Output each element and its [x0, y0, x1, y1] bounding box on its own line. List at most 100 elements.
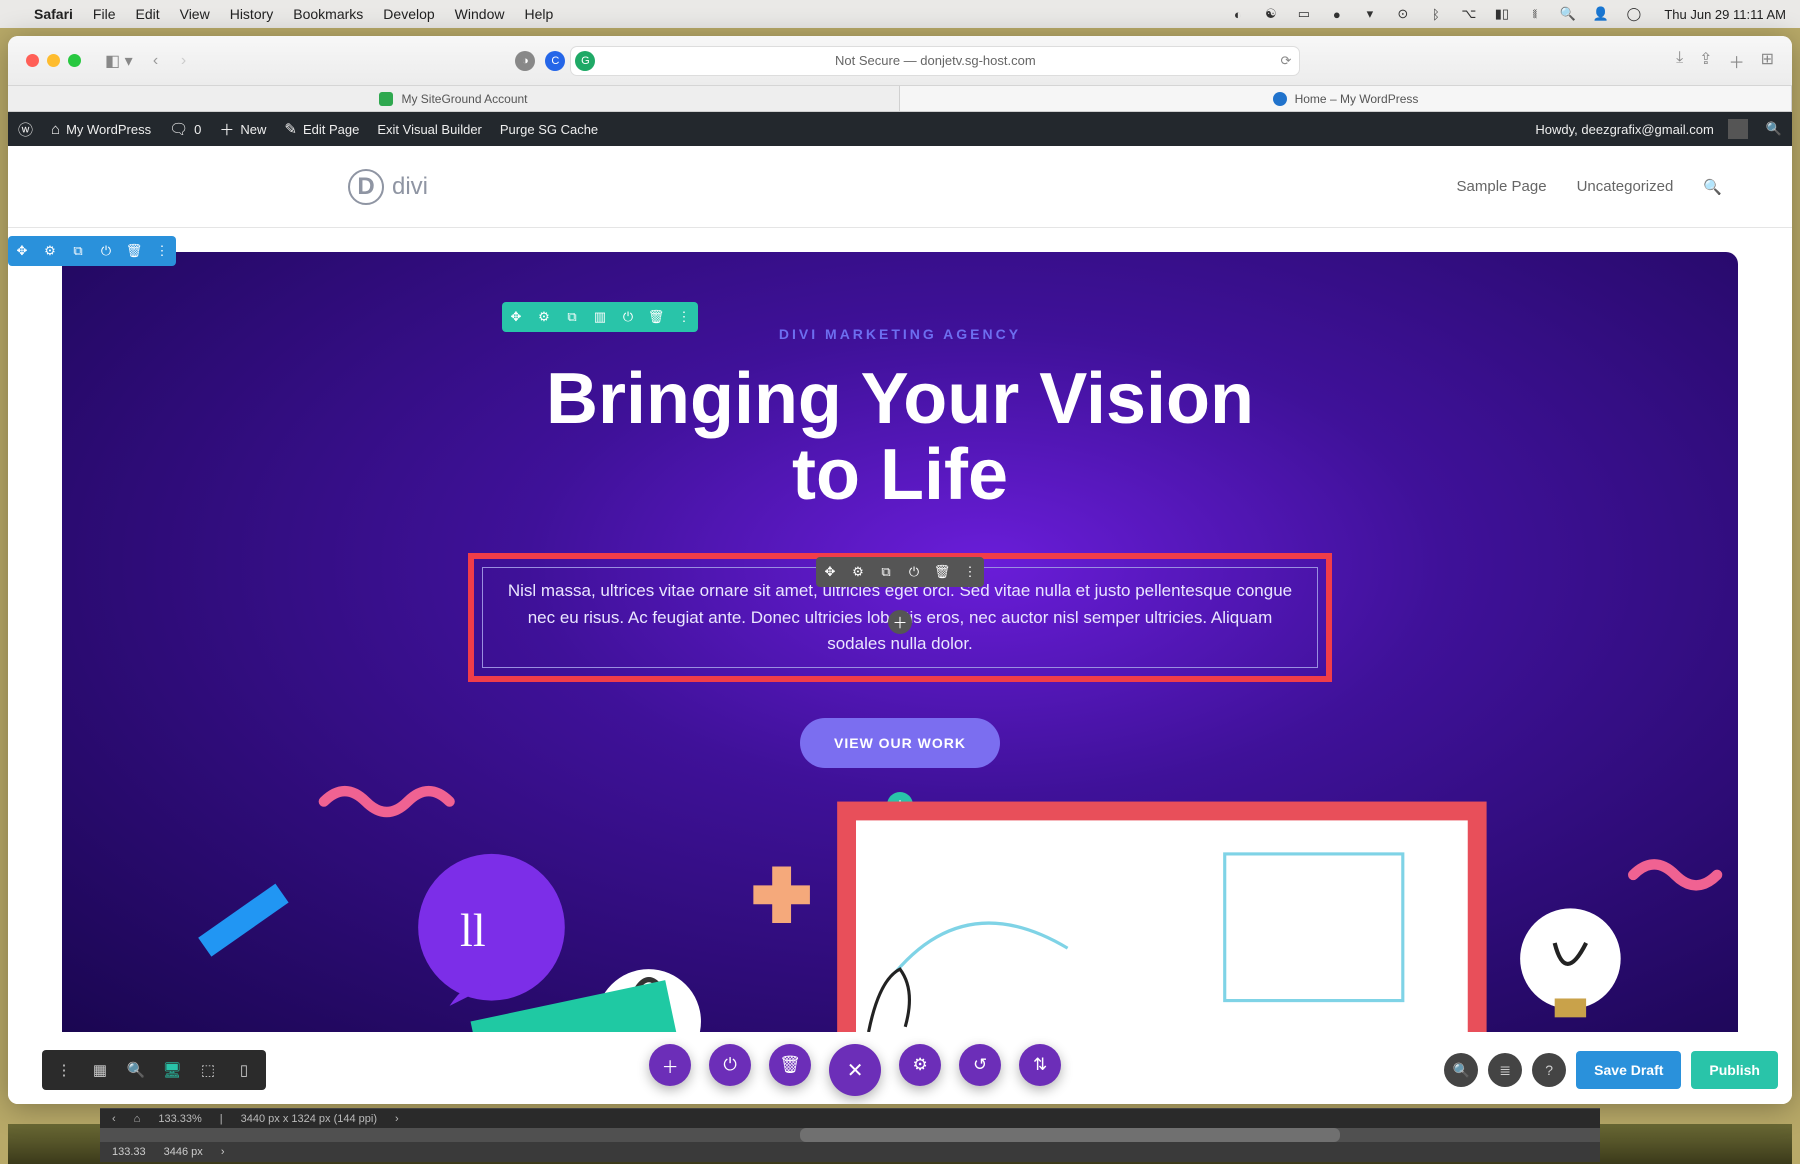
wp-edit-page[interactable]: ✎Edit Page	[284, 120, 359, 138]
reload-icon[interactable]: ⟳	[1280, 53, 1291, 69]
wp-site-link[interactable]: ⌂My WordPress	[51, 121, 151, 138]
builder-help-icon[interactable]: ?	[1532, 1053, 1566, 1087]
builder-settings-icon[interactable]: ⚙	[899, 1044, 941, 1086]
trash-icon[interactable]: 🗑	[642, 302, 670, 332]
sidebar-toggle-icon[interactable]: ◧ ▾	[105, 51, 133, 71]
phone-view-icon[interactable]: ▯	[230, 1056, 258, 1084]
builder-layers-icon[interactable]: ≣	[1488, 1053, 1522, 1087]
power-icon[interactable]: ⏻	[92, 236, 120, 266]
siri-icon[interactable]: ◯	[1625, 6, 1642, 23]
move-icon[interactable]: ✥	[502, 302, 530, 332]
nav-search-icon[interactable]: 🔍	[1703, 178, 1722, 196]
new-tab-icon[interactable]: ＋	[1729, 49, 1745, 73]
wp-howdy[interactable]: Howdy, deezgrafix@gmail.com	[1535, 119, 1747, 139]
browser-tab[interactable]: Home – My WordPress	[900, 86, 1792, 111]
wifi-icon[interactable]: ⧛	[1526, 6, 1543, 23]
menu-window[interactable]: Window	[455, 6, 505, 22]
ps-nav-arrow[interactable]: ‹	[112, 1113, 116, 1125]
builder-add-icon[interactable]: ＋	[649, 1044, 691, 1086]
add-module-button[interactable]: ＋	[888, 610, 912, 634]
duplicate-icon[interactable]: ⧉	[872, 557, 900, 587]
menu-help[interactable]: Help	[524, 6, 553, 22]
builder-power-icon[interactable]: ⏻	[709, 1044, 751, 1086]
ps-home-icon[interactable]: ⌂	[134, 1113, 141, 1125]
status-icon[interactable]: ☯	[1262, 6, 1279, 23]
nav-sample-page[interactable]: Sample Page	[1457, 178, 1547, 195]
wp-new[interactable]: ＋New	[219, 119, 266, 140]
more-icon[interactable]: ⋮	[670, 302, 698, 332]
nav-uncategorized[interactable]: Uncategorized	[1577, 178, 1674, 195]
gear-icon[interactable]: ⚙	[530, 302, 558, 332]
app-name[interactable]: Safari	[34, 6, 73, 22]
menu-develop[interactable]: Develop	[383, 6, 434, 22]
selected-text-module[interactable]: ✥ ⚙ ⧉ ⏻ 🗑 ⋮ Nisl massa, ultrices vitae o…	[460, 545, 1340, 690]
status-icon[interactable]: ●	[1328, 6, 1345, 23]
privacy-shield-icon[interactable]: ◑	[515, 51, 535, 71]
window-controls[interactable]	[26, 54, 81, 67]
menubar-datetime[interactable]: Thu Jun 29 11:11 AM	[1664, 7, 1786, 22]
duplicate-icon[interactable]: ⧉	[558, 302, 586, 332]
builder-menu-icon[interactable]: ⋮	[50, 1056, 78, 1084]
trash-icon[interactable]: 🗑	[928, 557, 956, 587]
user-icon[interactable]: 👤	[1592, 6, 1609, 23]
wp-logo[interactable]: ⓦ	[18, 119, 33, 140]
share-icon[interactable]: ⇪	[1699, 49, 1712, 73]
wp-purge-cache[interactable]: Purge SG Cache	[500, 122, 598, 137]
control-center-icon[interactable]: ⌥	[1460, 6, 1477, 23]
wp-comments[interactable]: 🗨0	[169, 120, 201, 138]
save-draft-button[interactable]: Save Draft	[1576, 1051, 1681, 1089]
back-button[interactable]: ‹	[145, 52, 167, 70]
columns-icon[interactable]: ▥	[586, 302, 614, 332]
browser-tab[interactable]: My SiteGround Account	[8, 86, 900, 111]
ps-scrollbar[interactable]	[100, 1128, 1600, 1142]
menu-bookmarks[interactable]: Bookmarks	[293, 6, 363, 22]
ps-nav-arrow[interactable]: ›	[395, 1113, 399, 1125]
wp-exit-visual-builder[interactable]: Exit Visual Builder	[377, 122, 482, 137]
zoom-icon[interactable]: 🔍	[122, 1056, 150, 1084]
play-icon[interactable]: ⊙	[1394, 6, 1411, 23]
move-icon[interactable]: ✥	[816, 557, 844, 587]
trash-icon[interactable]: 🗑	[120, 236, 148, 266]
power-icon[interactable]: ⏻	[900, 557, 928, 587]
tablet-view-icon[interactable]: ⬚	[194, 1056, 222, 1084]
spotlight-icon[interactable]: 🔍	[1559, 6, 1576, 23]
publish-button[interactable]: Publish	[1691, 1051, 1778, 1089]
builder-search-icon[interactable]: 🔍	[1444, 1053, 1478, 1087]
ps-zoom-footer[interactable]: 133.33	[112, 1146, 146, 1158]
ps-nav-arrow[interactable]: ›	[221, 1146, 225, 1158]
menu-edit[interactable]: Edit	[135, 6, 159, 22]
tab-overview-icon[interactable]: ⊞	[1761, 49, 1774, 73]
downloads-icon[interactable]: ⤓	[1676, 49, 1683, 73]
desktop-view-icon[interactable]: 🖥	[158, 1056, 186, 1084]
menu-view[interactable]: View	[180, 6, 210, 22]
move-icon[interactable]: ✥	[8, 236, 36, 266]
status-icon[interactable]: ◐	[1229, 6, 1246, 23]
extension-icon[interactable]: G	[575, 51, 595, 71]
extension-icon[interactable]: C	[545, 51, 565, 71]
cta-button[interactable]: VIEW OUR WORK	[800, 718, 1000, 768]
wp-search-icon[interactable]: 🔍	[1766, 121, 1782, 137]
status-icon[interactable]: ▾	[1361, 6, 1378, 23]
wireframe-view-icon[interactable]: ▦	[86, 1056, 114, 1084]
builder-portability-icon[interactable]: ⇅	[1019, 1044, 1061, 1086]
menu-history[interactable]: History	[230, 6, 274, 22]
bluetooth-icon[interactable]: ᛒ	[1427, 6, 1444, 23]
address-bar[interactable]: ◑ C G Not Secure — donjetv.sg-host.com ⟳	[570, 46, 1300, 76]
ps-zoom-tab[interactable]: 133.33%	[158, 1113, 201, 1125]
battery-icon[interactable]: ▮▯	[1493, 6, 1510, 23]
more-icon[interactable]: ⋮	[956, 557, 984, 587]
power-icon[interactable]: ⏻	[614, 302, 642, 332]
duplicate-icon[interactable]: ⧉	[64, 236, 92, 266]
builder-trash-icon[interactable]: 🗑	[769, 1044, 811, 1086]
forward-button[interactable]: ›	[173, 52, 195, 70]
divi-logo[interactable]: Ddivi	[348, 169, 428, 205]
hero-illustration: ll	[62, 772, 1738, 1032]
builder-history-icon[interactable]: ↺	[959, 1044, 1001, 1086]
builder-close-icon[interactable]: ✕	[829, 1044, 881, 1096]
menu-file[interactable]: File	[93, 6, 116, 22]
gear-icon[interactable]: ⚙	[36, 236, 64, 266]
gear-icon[interactable]: ⚙	[844, 557, 872, 587]
folder-icon[interactable]: ▭	[1295, 6, 1312, 23]
more-icon[interactable]: ⋮	[148, 236, 176, 266]
wp-admin-bar: ⓦ ⌂My WordPress 🗨0 ＋New ✎Edit Page Exit …	[8, 112, 1792, 146]
